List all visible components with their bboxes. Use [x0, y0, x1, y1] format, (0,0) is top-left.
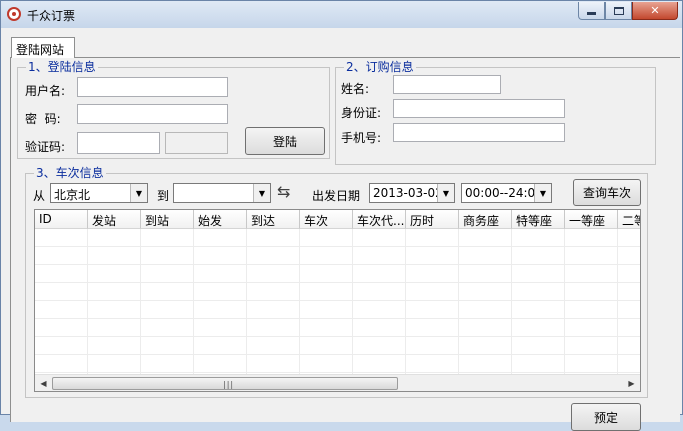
col-header-origin[interactable]: 始发 — [194, 210, 247, 229]
captcha-input[interactable] — [77, 132, 160, 154]
departure-date-picker[interactable]: 2013-03-02 ▼ — [369, 183, 455, 203]
grid-column-line — [299, 229, 300, 374]
grid-column-line — [458, 229, 459, 374]
from-label: 从 — [33, 189, 46, 203]
grid-column-line — [405, 229, 406, 374]
to-station-select[interactable]: ▼ — [173, 183, 271, 203]
window-title: 千众订票 — [27, 9, 76, 23]
tab-login-site[interactable]: 登陆网站 — [11, 37, 75, 58]
grid-column-line — [564, 229, 565, 374]
col-header-train-code[interactable]: 车次代... — [353, 210, 406, 229]
order-info-title: 2、订购信息 — [344, 60, 416, 74]
col-header-from-station[interactable]: 发站 — [88, 210, 141, 229]
title-bar: 千众订票 ✕ — [1, 1, 682, 28]
scrollbar-thumb[interactable]: ||| — [52, 377, 398, 390]
close-icon: ✕ — [650, 4, 660, 17]
col-header-duration[interactable]: 历时 — [406, 210, 459, 229]
train-info-title: 3、车次信息 — [34, 166, 106, 180]
departure-date-value: 2013-03-02 — [373, 186, 443, 200]
col-header-business-seat[interactable]: 商务座 — [459, 210, 512, 229]
grid-column-line — [87, 229, 88, 374]
grid-column-line — [140, 229, 141, 374]
grid-column-line — [617, 229, 618, 374]
query-trains-button[interactable]: 查询车次 — [573, 179, 641, 206]
col-header-terminal[interactable]: 到达 — [247, 210, 300, 229]
from-station-select[interactable]: 北京北 ▼ — [50, 183, 148, 203]
chevron-down-icon[interactable]: ▼ — [534, 184, 551, 202]
chevron-down-icon[interactable]: ▼ — [437, 184, 454, 202]
time-range-select[interactable]: 00:00--24:00 ▼ — [461, 183, 552, 203]
password-input[interactable] — [77, 104, 228, 124]
ticket-app-icon — [7, 7, 21, 21]
grid-column-line — [193, 229, 194, 374]
grid-body[interactable] — [35, 229, 640, 374]
name-input[interactable] — [393, 75, 501, 94]
to-label: 到 — [157, 189, 170, 203]
scroll-right-icon[interactable]: ▶ — [623, 375, 640, 391]
grid-column-line — [352, 229, 353, 374]
chevron-down-icon[interactable]: ▼ — [130, 184, 147, 202]
phone-label: 手机号: — [341, 131, 382, 145]
maximize-button[interactable] — [605, 2, 632, 20]
captcha-image[interactable] — [165, 132, 228, 154]
book-button[interactable]: 预定 — [571, 403, 641, 431]
phone-input[interactable] — [393, 123, 565, 142]
time-range-value: 00:00--24:00 — [465, 186, 543, 200]
tab-label: 登陆网站 — [16, 43, 65, 57]
col-header-first-class[interactable]: 一等座 — [565, 210, 618, 229]
grid-column-line — [246, 229, 247, 374]
name-label: 姓名: — [341, 82, 370, 96]
username-label: 用户名: — [25, 84, 66, 98]
col-header-to-station[interactable]: 到站 — [141, 210, 194, 229]
grip-icon: ||| — [223, 380, 235, 389]
col-header-premium-seat[interactable]: 特等座 — [512, 210, 565, 229]
maximize-icon — [613, 6, 624, 15]
captcha-label: 验证码: — [25, 140, 66, 154]
id-card-input[interactable] — [393, 99, 565, 118]
horizontal-scrollbar[interactable]: ◀ ||| ▶ — [35, 374, 640, 391]
col-header-second-class[interactable]: 二等 — [618, 210, 640, 229]
app-window: 千众订票 ✕ 登陆网站 1、登陆信息 用户名: 密 码: 验证码: 登陆 2、订… — [0, 0, 683, 431]
close-button[interactable]: ✕ — [632, 2, 678, 20]
col-header-id[interactable]: ID — [35, 210, 88, 229]
id-card-label: 身份证: — [341, 106, 382, 120]
password-label: 密 码: — [25, 112, 61, 126]
minimize-button[interactable] — [578, 2, 605, 20]
login-button[interactable]: 登陆 — [245, 127, 325, 155]
login-info-title: 1、登陆信息 — [26, 60, 98, 74]
chevron-down-icon[interactable]: ▼ — [253, 184, 270, 202]
from-station-value: 北京北 — [54, 188, 91, 202]
col-header-train-no[interactable]: 车次 — [300, 210, 353, 229]
scroll-left-icon[interactable]: ◀ — [35, 375, 52, 391]
train-list-grid[interactable]: ID 发站 到站 始发 到达 车次 车次代... 历时 商务座 特等座 一等座 … — [34, 209, 641, 392]
username-input[interactable] — [77, 77, 228, 97]
swap-arrows-icon[interactable]: ⇆ — [277, 184, 297, 200]
minimize-icon — [587, 12, 596, 15]
departure-date-label: 出发日期 — [312, 189, 361, 203]
grid-column-line — [511, 229, 512, 374]
grid-header: ID 发站 到站 始发 到达 车次 车次代... 历时 商务座 特等座 一等座 … — [35, 210, 640, 229]
